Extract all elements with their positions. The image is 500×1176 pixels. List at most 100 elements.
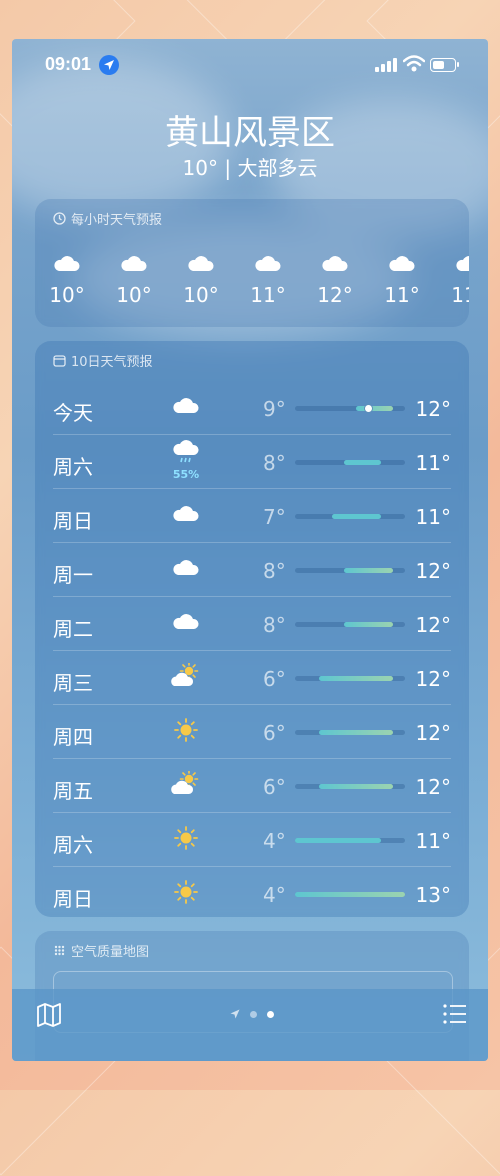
air-quality-title: 空气质量地图 [71,945,150,960]
temp-range-track [295,404,405,413]
temp-range-bar [356,406,393,411]
page-dot-active[interactable] [267,1010,274,1018]
daily-forecast-row[interactable]: 周六 4° 11° [53,813,451,867]
hourly-forecast-card[interactable]: 每小时天气预报 10° 10° 10° 11° 12° 11° 11° [35,199,469,327]
ten-day-forecast-header: 10日天气预报 [53,351,153,370]
temp-range-track [295,730,405,735]
daily-forecast-row[interactable]: 周日 7° 11° [53,489,451,543]
battery-icon [430,58,459,72]
ten-day-forecast-card[interactable]: 10日天气预报 今天 9° 12° 周六 55% 8° 11° 周日 7° 11° 周一 8° 12° 周… [35,341,469,917]
day-label: 周二 [53,617,93,641]
high-temp: 12° [415,721,451,745]
temp-range-bar [319,676,393,681]
sun-icon [173,718,199,747]
map-icon[interactable] [36,1003,62,1027]
weather-icon-cell: 55% [163,440,209,481]
weather-icon-cell [163,879,209,909]
bottom-toolbar [12,989,488,1061]
daily-forecast-row[interactable]: 周三 6° 12° [53,651,451,705]
hourly-forecast-title: 每小时天气预报 [71,213,163,228]
hourly-forecast-header: 每小时天气预报 [53,209,162,228]
sun-icon [173,880,199,909]
weather-icon-cell [163,393,209,421]
status-time: 09:01 [45,54,92,74]
weather-icon-cell [163,661,209,693]
hourly-temp: 12° [317,283,353,307]
hourly-temp: 10° [49,283,85,307]
current-location-page-icon[interactable] [230,1009,240,1019]
day-label: 周六 [53,833,93,857]
day-label: 周日 [53,887,93,911]
daily-forecast-row[interactable]: 周五 6° 12° [53,759,451,813]
hourly-item: 12° [310,251,360,307]
hourly-temp: 11° [451,283,469,307]
high-temp: 11° [415,451,451,475]
day-label: 周六 [53,455,93,479]
hourly-item: 10° [176,251,226,307]
cloud-icon [171,560,201,583]
clock-icon [53,212,66,225]
hourly-temp: 10° [116,283,152,307]
page-dot[interactable] [250,1010,257,1018]
cloud-icon [176,251,226,275]
weather-icon-cell [163,555,209,583]
hourly-item: 11° [377,251,427,307]
page-indicator[interactable] [230,1009,274,1019]
temp-range-bar [343,568,393,573]
low-temp: 7° [263,505,286,529]
daily-forecast-row[interactable]: 今天 9° 12° [53,381,451,435]
list-icon[interactable] [443,1003,467,1025]
ten-day-forecast-title: 10日天气预报 [71,355,153,370]
day-label: 今天 [53,401,93,425]
cloud-icon [42,251,92,275]
partly-sunny-icon [170,769,202,801]
low-temp: 4° [263,829,286,853]
temp-range-track [295,676,405,681]
partly-sunny-icon [170,661,202,693]
high-temp: 12° [415,613,451,637]
location-name: 黄山风景区 [165,113,335,153]
hourly-item: 11° [243,251,293,307]
temp-range-bar [295,892,405,897]
low-temp: 8° [263,559,286,583]
air-quality-header: 空气质量地图 [53,941,149,960]
cloud-icon [243,251,293,275]
sun-icon [173,826,199,855]
low-temp: 6° [263,775,286,799]
hourly-temp: 11° [384,283,420,307]
daily-forecast-row[interactable]: 周日 4° 13° [53,867,451,920]
day-label: 周五 [53,779,93,803]
high-temp: 12° [415,775,451,799]
high-temp: 13° [415,883,451,907]
daily-forecast-row[interactable]: 周六 55% 8° 11° [53,435,451,489]
hourly-temp: 10° [183,283,219,307]
weather-icon-cell [163,501,209,529]
cloud-icon [171,614,201,637]
low-temp: 9° [263,397,286,421]
high-temp: 12° [415,559,451,583]
temp-range-track [295,892,405,897]
current-conditions: 10° | 大部多云 [182,156,318,180]
location-services-icon [99,55,119,75]
daily-forecast-row[interactable]: 周一 8° 12° [53,543,451,597]
day-label: 周一 [53,563,93,587]
weather-icon-cell [163,609,209,637]
weather-icon-cell [163,717,209,747]
cloud-icon [171,398,201,421]
cloud-icon [377,251,427,275]
current-temp-marker [363,404,373,413]
day-label: 周三 [53,671,93,695]
status-bar: 09:01 [12,39,488,89]
daily-forecast-row[interactable]: 周二 8° 12° [53,597,451,651]
temp-range-track [295,568,405,573]
weather-icon-cell [163,825,209,855]
hourly-item: 10° [109,251,159,307]
precipitation-chance: 55% [172,468,200,481]
temp-range-bar [295,838,381,843]
low-temp: 8° [263,613,286,637]
temp-range-track [295,838,405,843]
temp-range-track [295,514,405,519]
daily-forecast-row[interactable]: 周四 6° 12° [53,705,451,759]
cloud-icon [310,251,360,275]
calendar-icon [53,355,66,367]
